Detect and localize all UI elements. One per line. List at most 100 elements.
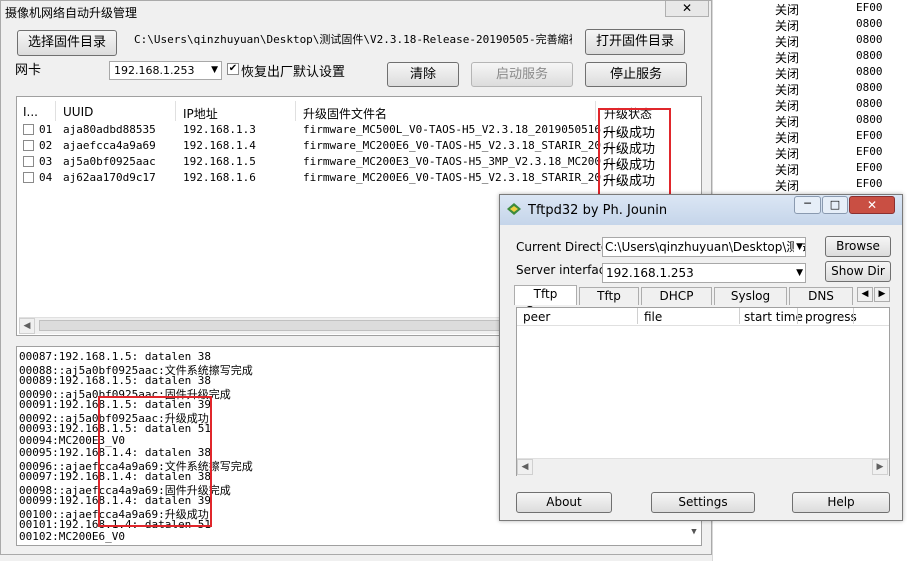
row-code: 0800 — [856, 17, 883, 30]
background-table-row: 关闭 0800 — [713, 64, 907, 81]
row-filename: firmware_MC500L_V0-TAOS-H5_V2.3.18_20190… — [303, 123, 621, 136]
tab-tftp-client[interactable]: Tftp Client — [579, 287, 639, 320]
column-header-peer[interactable]: peer — [523, 310, 550, 324]
row-ip: 192.168.1.3 — [183, 123, 256, 136]
transfer-list: peer file start time progress ◀ ▶ — [516, 307, 890, 476]
scroll-down-icon[interactable]: ▼ — [687, 527, 701, 545]
background-table-row: 关闭 EF00 — [713, 128, 907, 145]
select-firmware-dir-button[interactable]: 选择固件目录 — [17, 30, 117, 56]
row-ip: 192.168.1.6 — [183, 171, 256, 184]
row-filename: firmware_MC200E6_V0-TAOS-H5_V2.3.18_STAR… — [303, 171, 621, 184]
scroll-left-icon[interactable]: ◀ — [517, 459, 533, 475]
tftpd32-title: Tftpd32 by Ph. Jounin — [528, 203, 668, 218]
server-interfaces-select[interactable]: 192.168.1.253 ▼ — [602, 263, 806, 283]
firmware-path-field[interactable]: C:\Users\qinzhuyuan\Desktop\测试固件\V2.3.18… — [129, 29, 573, 51]
row-checkbox[interactable] — [23, 172, 34, 183]
row-uuid: aj5a0bf0925aac — [63, 155, 156, 168]
tftpd32-app-icon — [506, 202, 522, 216]
row-id: 02 — [39, 139, 53, 152]
row-code: 0800 — [856, 65, 883, 78]
nic-label: 网卡 — [15, 63, 42, 78]
start-service-button[interactable]: 启动服务 — [471, 62, 573, 87]
help-button[interactable]: Help — [792, 492, 890, 513]
tftpd32-window: Tftpd32 by Ph. Jounin ─ □ ✕ Current Dire… — [499, 194, 903, 521]
background-table-row: 关闭 0800 — [713, 32, 907, 49]
tftp-close-button[interactable]: ✕ — [849, 196, 895, 214]
row-ip: 192.168.1.4 — [183, 139, 256, 152]
row-code: EF00 — [856, 177, 883, 190]
tab-tftp-server[interactable]: Tftp Server — [514, 285, 577, 318]
row-checkbox[interactable] — [23, 140, 34, 151]
tab-scroll-left-icon[interactable]: ◀ — [857, 287, 873, 302]
background-table-row: 关闭 0800 — [713, 16, 907, 33]
row-filename: firmware_MC200E6_V0-TAOS-H5_V2.3.18_STAR… — [303, 139, 621, 152]
row-uuid: ajaefcca4a9a69 — [63, 139, 156, 152]
scroll-left-icon[interactable]: ◀ — [19, 318, 35, 334]
row-checkbox[interactable] — [23, 156, 34, 167]
table-row[interactable]: 03 aj5a0bf0925aac 192.168.1.5 firmware_MC20… — [17, 154, 697, 173]
open-firmware-dir-button[interactable]: 打开固件目录 — [585, 29, 685, 55]
close-button[interactable]: ✕ — [665, 1, 709, 17]
table-row[interactable]: 01 aja80adbd88535 192.168.1.3 firmware_MC50… — [17, 122, 697, 141]
minimize-button[interactable]: ─ — [794, 196, 821, 214]
minimize-icon: ─ — [804, 197, 811, 210]
row-status: 关闭 — [775, 179, 800, 193]
tab-dns-server[interactable]: DNS server — [789, 287, 853, 320]
highlight-log-box — [98, 396, 212, 527]
show-dir-button[interactable]: Show Dir — [825, 261, 891, 282]
background-table-row: 关闭 0800 — [713, 96, 907, 113]
current-directory-select[interactable]: C:\Users\qinzhuyuan\Desktop\测试固 ▼ — [602, 237, 806, 257]
background-table-row: 关闭 EF00 — [713, 144, 907, 161]
background-table-row: 关闭 0800 — [713, 80, 907, 97]
server-interfaces-value: 192.168.1.253 — [606, 266, 694, 280]
background-table-row: 关闭 EF00 — [713, 0, 907, 17]
settings-button[interactable]: Settings — [651, 492, 755, 513]
row-checkbox[interactable] — [23, 124, 34, 135]
maximize-button[interactable]: □ — [822, 196, 848, 214]
background-table-row: 关闭 0800 — [713, 48, 907, 65]
column-header-start-time[interactable]: start time — [744, 310, 803, 324]
chevron-down-icon: ▼ — [211, 65, 218, 75]
column-header-filename[interactable]: 升级固件文件名 — [303, 105, 387, 122]
tab-dhcp-server[interactable]: DHCP server — [641, 287, 712, 320]
highlight-status-box — [598, 108, 671, 197]
row-code: 0800 — [856, 81, 883, 94]
scroll-right-icon[interactable]: ▶ — [872, 459, 888, 475]
nic-value: 192.168.1.253 — [114, 64, 195, 77]
tab-scroll-right-icon[interactable]: ▶ — [874, 287, 890, 302]
column-header-ip[interactable]: IP地址 — [183, 105, 218, 122]
transfer-list-header: peer file start time progress — [517, 308, 889, 326]
clear-button[interactable]: 清除 — [387, 62, 459, 87]
row-code: EF00 — [856, 129, 883, 142]
row-code: 0800 — [856, 49, 883, 62]
column-header-id[interactable]: I... — [23, 105, 38, 119]
table-row[interactable]: 02 ajaefcca4a9a69 192.168.1.4 firmware_MC20… — [17, 138, 697, 157]
column-header-uuid[interactable]: UUID — [63, 105, 93, 119]
row-uuid: aja80adbd88535 — [63, 123, 156, 136]
browse-button[interactable]: Browse — [825, 236, 891, 257]
tab-syslog-server[interactable]: Syslog server — [714, 287, 787, 320]
restore-defaults-checkbox[interactable]: ✔ — [227, 63, 239, 75]
row-code: 0800 — [856, 33, 883, 46]
row-id: 03 — [39, 155, 53, 168]
row-id: 04 — [39, 171, 53, 184]
table-row[interactable]: 04 aj62aa170d9c17 192.168.1.6 firmware_MC20… — [17, 170, 697, 189]
about-button[interactable]: About — [516, 492, 612, 513]
nic-select[interactable]: 192.168.1.253 ▼ — [109, 61, 222, 80]
column-header-progress[interactable]: progress — [805, 310, 857, 324]
close-icon: ✕ — [866, 198, 878, 212]
row-code: 0800 — [856, 113, 883, 126]
row-ip: 192.168.1.5 — [183, 155, 256, 168]
close-icon: ✕ — [681, 1, 693, 15]
row-id: 01 — [39, 123, 53, 136]
column-header-file[interactable]: file — [644, 310, 662, 324]
restore-defaults-label: 恢复出厂默认设置 — [241, 65, 346, 80]
transfer-list-scrollbar[interactable]: ◀ ▶ — [517, 458, 889, 476]
current-directory-value: C:\Users\qinzhuyuan\Desktop\测试固 — [605, 240, 806, 254]
background-table-row: 关闭 0800 — [713, 112, 907, 129]
row-code: EF00 — [856, 161, 883, 174]
stop-service-button[interactable]: 停止服务 — [585, 62, 687, 87]
background-table-row: 关闭 EF00 — [713, 176, 907, 193]
window-title: 摄像机网络自动升级管理 — [5, 6, 138, 20]
row-filename: firmware_MC200E3_V0-TAOS-H5_3MP_V2.3.18_… — [303, 155, 621, 168]
